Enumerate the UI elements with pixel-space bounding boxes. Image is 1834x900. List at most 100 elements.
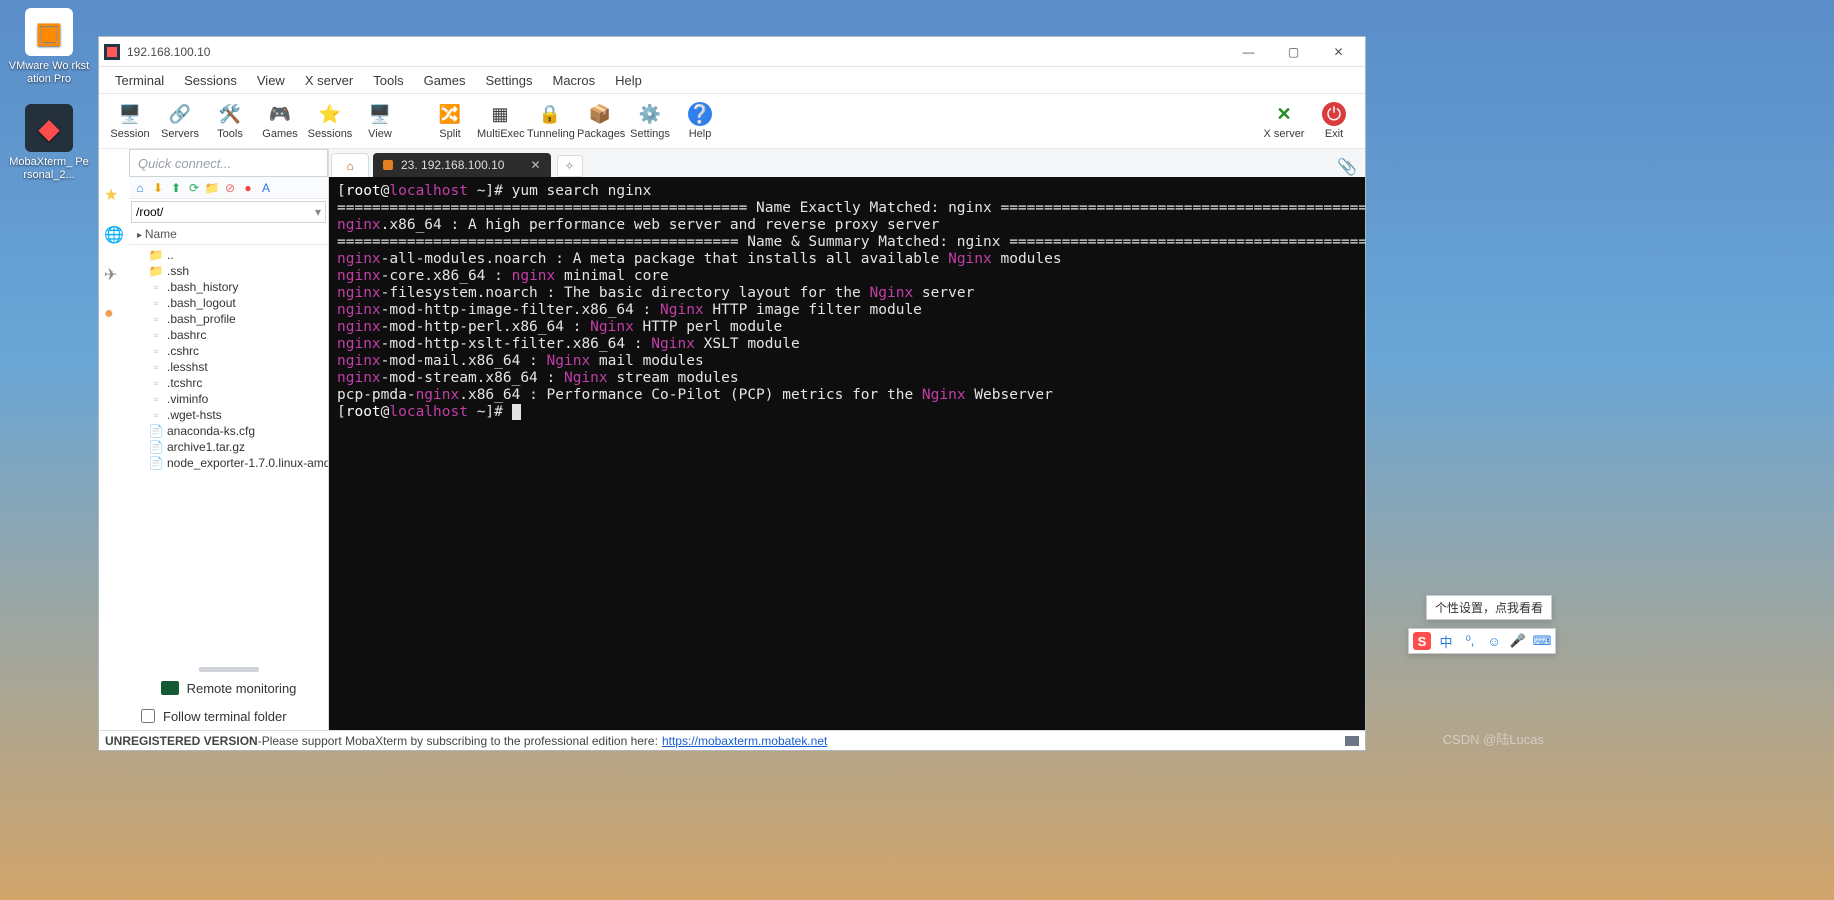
ime-punct-button[interactable]: ⁰, <box>1461 632 1479 650</box>
globe-icon[interactable]: 🌐 <box>104 225 124 245</box>
file-node[interactable]: 📄anaconda-ks.cfg <box>129 423 328 439</box>
path-field[interactable]: ▾ <box>131 201 326 223</box>
tool-session[interactable]: 🖥️Session <box>105 100 155 142</box>
file-icon: ▫ <box>149 328 163 342</box>
menu-sessions[interactable]: Sessions <box>174 69 247 92</box>
circle-icon[interactable]: ● <box>104 305 124 325</box>
menu-games[interactable]: Games <box>414 69 476 92</box>
file-name: .bash_history <box>167 280 238 294</box>
file-node[interactable]: ▫.tcshrc <box>129 375 328 391</box>
file-node[interactable]: 📁.ssh <box>129 263 328 279</box>
send-icon[interactable]: ✈ <box>104 265 124 285</box>
file-node[interactable]: ▫.bash_logout <box>129 295 328 311</box>
ime-emoji-button[interactable]: ☺ <box>1485 632 1503 650</box>
quick-connect-input[interactable]: Quick connect... <box>129 149 328 177</box>
follow-terminal-label: Follow terminal folder <box>163 709 287 724</box>
file-node[interactable]: ▫.wget-hsts <box>129 407 328 423</box>
menu-help[interactable]: Help <box>605 69 652 92</box>
home-icon[interactable]: ⌂ <box>133 181 147 195</box>
tree-header[interactable]: Name <box>129 225 328 245</box>
file-icon: 📄 <box>149 456 163 470</box>
tool-help[interactable]: ❔Help <box>675 100 725 142</box>
file-node[interactable]: ▫.lesshst <box>129 359 328 375</box>
stop-icon[interactable]: ● <box>241 181 255 195</box>
ime-lang-button[interactable]: 中 <box>1437 632 1455 650</box>
ime-tooltip[interactable]: 个性设置，点我看看 <box>1426 595 1552 620</box>
ime-logo-icon[interactable]: S <box>1413 632 1431 650</box>
path-dropdown-icon[interactable]: ▾ <box>315 205 321 219</box>
tab-add[interactable]: ✧ <box>557 155 583 177</box>
text-icon[interactable]: A <box>259 181 273 195</box>
ime-toolbar: S 中 ⁰, ☺ 🎤 ⌨ <box>1408 628 1556 654</box>
menu-macros[interactable]: Macros <box>542 69 605 92</box>
remote-monitoring[interactable]: Remote monitoring <box>129 674 328 702</box>
file-node[interactable]: 📄node_exporter-1.7.0.linux-amd6 <box>129 455 328 471</box>
menu-terminal[interactable]: Terminal <box>105 69 174 92</box>
file-node[interactable]: ▫.bash_profile <box>129 311 328 327</box>
status-link[interactable]: https://mobaxterm.mobatek.net <box>662 734 827 748</box>
status-text: Please support MobaXterm by subscribing … <box>262 734 658 748</box>
menu-settings[interactable]: Settings <box>476 69 543 92</box>
monitor-icon <box>161 681 179 695</box>
file-name: .bash_logout <box>167 296 236 310</box>
file-node[interactable]: ▫ .bash_history <box>129 279 328 295</box>
ime-keyboard-button[interactable]: ⌨ <box>1533 632 1551 650</box>
tool-servers[interactable]: 🔗Servers <box>155 100 205 142</box>
tool-split[interactable]: 🔀Split <box>425 100 475 142</box>
file-icon: ▫ <box>149 376 163 390</box>
file-icon: ▫ <box>149 312 163 326</box>
tool-multiexec[interactable]: ▦MultiExec <box>475 100 525 142</box>
tab-close-icon[interactable]: ✕ <box>530 158 540 172</box>
gear-icon: ⚙️ <box>638 102 662 126</box>
status-corner-icon[interactable] <box>1345 736 1359 746</box>
tool-view[interactable]: 🖥️View <box>355 100 405 142</box>
splitter-handle[interactable] <box>129 664 328 674</box>
ime-voice-button[interactable]: 🎤 <box>1509 632 1527 650</box>
maximize-button[interactable]: ▢ <box>1271 38 1316 66</box>
split-icon: 🔀 <box>438 102 462 126</box>
tool-tools[interactable]: 🛠️Tools <box>205 100 255 142</box>
file-name: .cshrc <box>167 344 199 358</box>
file-name: .lesshst <box>167 360 208 374</box>
tool-packages[interactable]: 📦Packages <box>575 100 625 142</box>
status-bold: UNREGISTERED VERSION <box>105 734 258 748</box>
paperclip-icon[interactable]: 📎 <box>1337 157 1357 177</box>
file-node[interactable]: 📄archive1.tar.gz <box>129 439 328 455</box>
menu-view[interactable]: View <box>247 69 295 92</box>
upload-icon[interactable]: ⬆ <box>169 181 183 195</box>
close-button[interactable]: ✕ <box>1316 38 1361 66</box>
terminal-output[interactable]: [root@localhost ~]# yum search nginx ===… <box>329 177 1365 730</box>
tool-games[interactable]: 🎮Games <box>255 100 305 142</box>
file-icon: ▫ <box>149 280 163 294</box>
file-node[interactable]: ▫.bashrc <box>129 327 328 343</box>
servers-icon: 🔗 <box>168 102 192 126</box>
tab-home[interactable]: ⌂ <box>331 153 369 177</box>
file-node[interactable]: ▫.cshrc <box>129 343 328 359</box>
window-title: 192.168.100.10 <box>127 45 1226 59</box>
file-node[interactable]: ▫.viminfo <box>129 391 328 407</box>
tool-settings[interactable]: ⚙️Settings <box>625 100 675 142</box>
tool-sessions[interactable]: ⭐Sessions <box>305 100 355 142</box>
delete-icon[interactable]: ⊘ <box>223 181 237 195</box>
file-node[interactable]: 📁.. <box>129 247 328 263</box>
download-icon[interactable]: ⬇ <box>151 181 165 195</box>
newfolder-icon[interactable]: 📁 <box>205 181 219 195</box>
minimize-button[interactable]: — <box>1226 38 1271 66</box>
file-tree[interactable]: 📁..📁.ssh▫.bash_history▫.bash_logout▫.bas… <box>129 245 328 664</box>
menu-xserver[interactable]: X server <box>295 69 363 92</box>
path-input[interactable] <box>136 205 315 219</box>
star-icon[interactable]: ★ <box>104 185 124 205</box>
tab-session[interactable]: 23. 192.168.100.10 ✕ <box>373 153 551 177</box>
tool-tunneling[interactable]: 🔒Tunneling <box>525 100 575 142</box>
refresh-icon[interactable]: ⟳ <box>187 181 201 195</box>
tool-xserver[interactable]: ✕X server <box>1259 100 1309 142</box>
desktop-icon-vmware[interactable]: ▣ VMware Wo rkstation Pro <box>4 4 94 90</box>
toolbar: 🖥️Session 🔗Servers 🛠️Tools 🎮Games ⭐Sessi… <box>99 93 1365 149</box>
tool-exit[interactable]: ⏻Exit <box>1309 100 1359 142</box>
side-strip: ★ 🌐 ✈ ● <box>99 149 129 730</box>
follow-terminal-checkbox[interactable] <box>141 709 155 723</box>
menu-tools[interactable]: Tools <box>363 69 413 92</box>
sftp-sidebar: Quick connect... ⌂ ⬇ ⬆ ⟳ 📁 ⊘ ● A ▾ Name … <box>129 149 329 730</box>
desktop-icon-mobaxterm[interactable]: ◆ MobaXterm_ Personal_2... <box>4 100 94 186</box>
file-icon: 📄 <box>149 440 163 454</box>
